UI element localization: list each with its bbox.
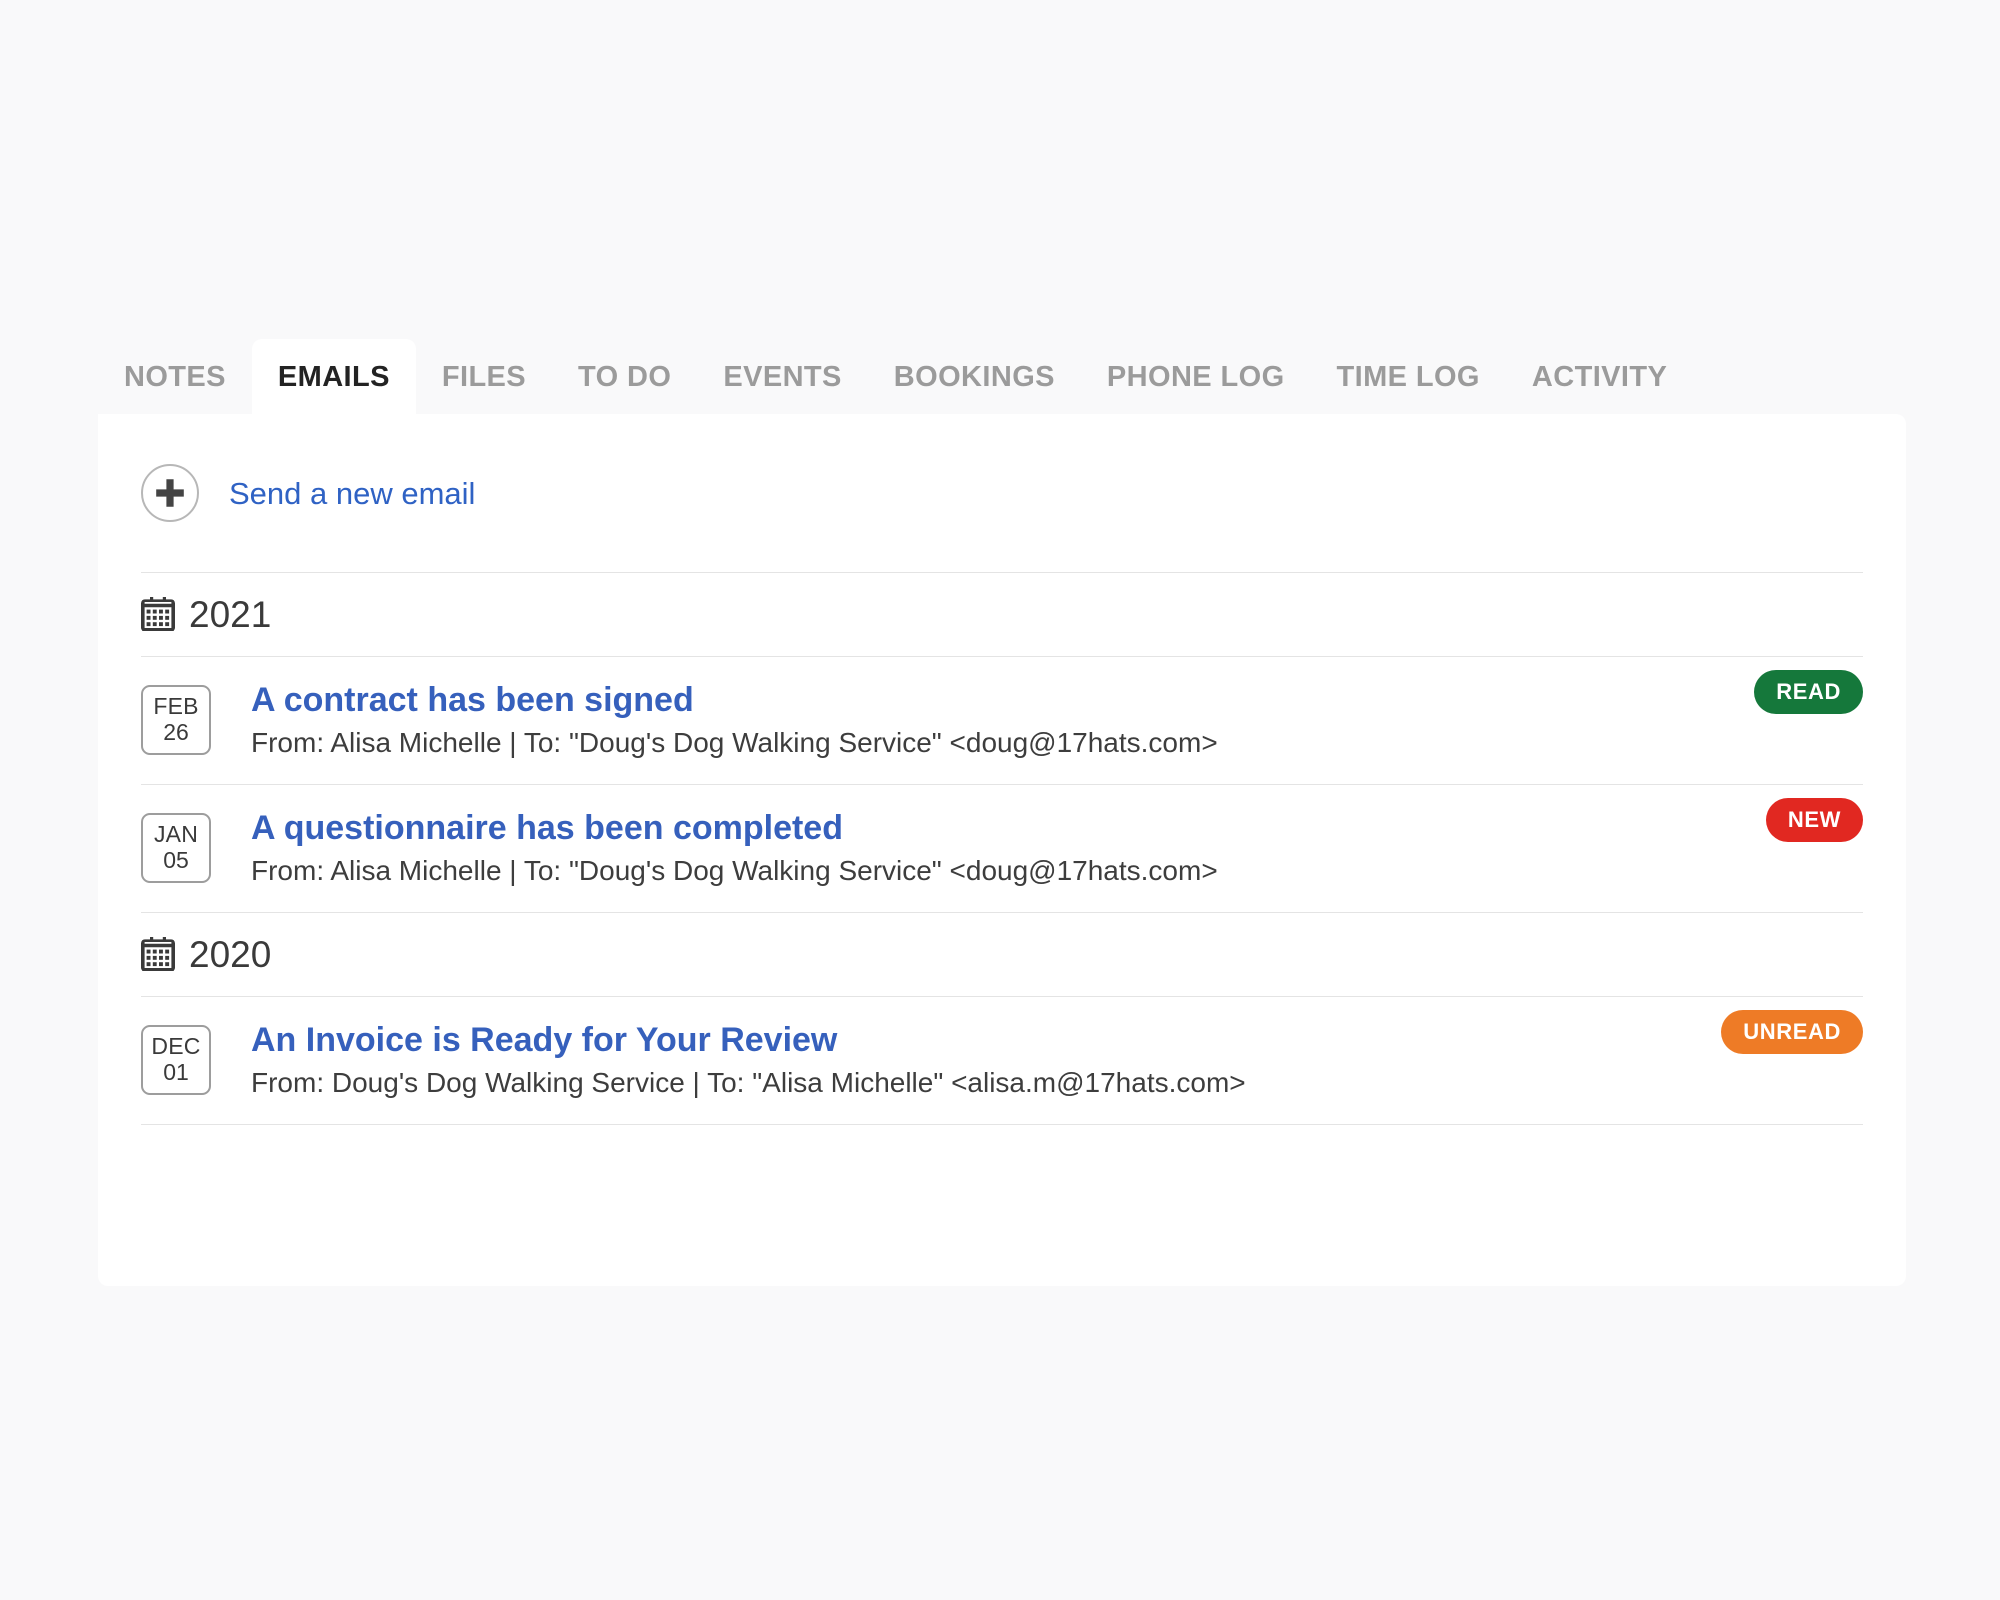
email-row[interactable]: JAN 05 A questionnaire has been completed F… — [141, 784, 1863, 912]
tab-files[interactable]: FILES — [416, 343, 552, 414]
date-badge: JAN 05 — [141, 813, 211, 883]
email-row[interactable]: DEC 01 An Invoice is Ready for Your Review… — [141, 996, 1863, 1124]
email-text-block: A questionnaire has been completed From: … — [251, 808, 1742, 888]
email-subject-link[interactable]: A questionnaire has been completed — [251, 808, 1742, 849]
tab-to-do[interactable]: TO DO — [552, 343, 697, 414]
status-badge: NEW — [1765, 798, 1863, 842]
email-participants: From: Alisa Michelle | To: "Doug's Dog W… — [251, 855, 1218, 887]
email-participants: From: Alisa Michelle | To: "Doug's Dog W… — [251, 727, 1218, 759]
calendar-icon — [141, 597, 175, 631]
date-badge-month: DEC — [151, 1033, 201, 1060]
tab-events[interactable]: EVENTS — [697, 343, 867, 414]
email-subject-link[interactable]: An Invoice is Ready for Your Review — [251, 1020, 1697, 1061]
email-subject-link[interactable]: A contract has been signed — [251, 680, 1730, 721]
email-participants: From: Doug's Dog Walking Service | To: "… — [251, 1067, 1246, 1099]
year-group-header: 2021 — [141, 572, 271, 656]
date-badge-month: JAN — [153, 821, 199, 848]
date-badge-day: 05 — [163, 846, 189, 873]
tab-time-log[interactable]: TIME LOG — [1311, 343, 1506, 414]
tab-activity[interactable]: ACTIVITY — [1506, 343, 1693, 414]
date-badge-day: 01 — [163, 1058, 189, 1085]
send-new-email-link[interactable]: Send a new email — [229, 478, 475, 509]
tab-bookings[interactable]: BOOKINGS — [868, 343, 1081, 414]
date-badge-day: 26 — [163, 718, 189, 745]
year-label: 2021 — [189, 593, 272, 635]
email-text-block: A contract has been signed From: Alisa Mi… — [251, 680, 1730, 760]
calendar-icon — [141, 937, 175, 971]
email-text-block: An Invoice is Ready for Your Review From:… — [251, 1020, 1697, 1100]
email-row[interactable]: FEB 26 A contract has been signed From: Ali… — [141, 656, 1863, 784]
date-badge: FEB 26 — [141, 685, 211, 755]
status-badge: READ — [1754, 670, 1863, 714]
divider — [141, 1124, 1863, 1125]
divider — [141, 572, 1863, 573]
tab-bar: NOTES EMAILS FILES TO DO EVENTS BOOKINGS PHONE… — [98, 330, 1906, 414]
date-badge: DEC 01 — [141, 1025, 211, 1095]
tab-emails[interactable]: EMAILS — [251, 339, 416, 414]
plus-circle-icon[interactable] — [141, 464, 199, 522]
status-badge: UNREAD — [1721, 1010, 1863, 1054]
tab-phone-log[interactable]: PHONE LOG — [1081, 343, 1311, 414]
tab-notes[interactable]: NOTES — [98, 343, 252, 414]
send-new-email-row[interactable]: Send a new email — [98, 414, 1906, 572]
page-root: NOTES EMAILS FILES TO DO EVENTS BOOKINGS PHONE… — [0, 0, 2000, 1600]
date-badge-month: FEB — [153, 693, 199, 720]
emails-panel: Send a new email 2021 FEB 26 A contract has… — [98, 414, 1906, 1286]
year-label: 2020 — [189, 933, 272, 975]
year-group-header: 2020 — [141, 912, 271, 996]
divider — [141, 912, 1863, 913]
